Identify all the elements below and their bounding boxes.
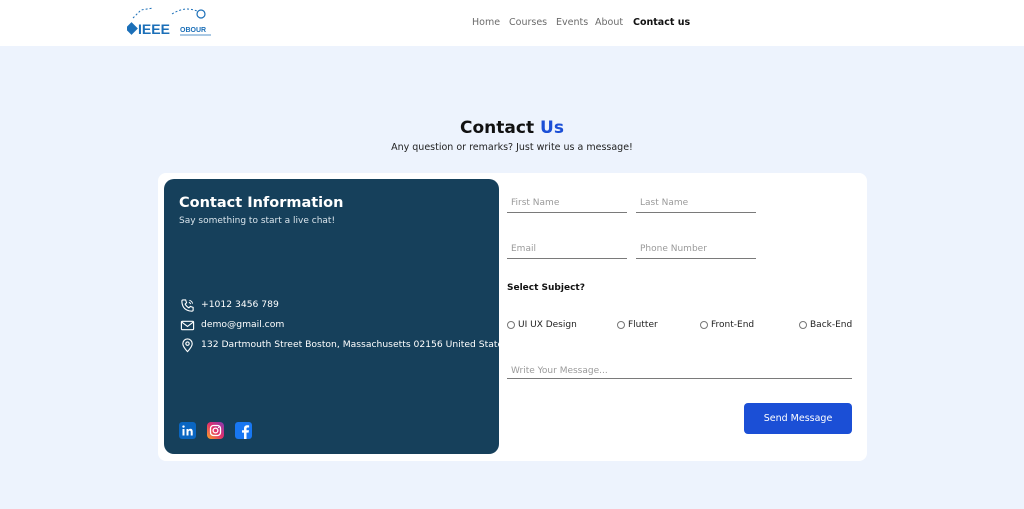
email-input[interactable] — [507, 244, 627, 254]
page-title-accent: Us — [540, 118, 564, 138]
contact-info-subtitle: Say something to start a live chat! — [179, 216, 336, 226]
nav-contact-us[interactable]: Contact us — [633, 17, 690, 28]
email-text[interactable]: demo@gmail.com — [201, 319, 284, 330]
contact-info-title: Contact Information — [179, 195, 344, 211]
message-input[interactable] — [507, 366, 852, 376]
send-message-button[interactable]: Send Message — [744, 403, 852, 434]
nav-events[interactable]: Events — [556, 17, 588, 28]
nav-courses[interactable]: Courses — [509, 17, 547, 28]
nav-home[interactable]: Home — [472, 17, 500, 28]
linkedin-icon[interactable] — [179, 422, 196, 439]
phone-text[interactable]: +1012 3456 789 — [201, 299, 279, 310]
radio-circle[interactable] — [799, 321, 807, 329]
first-name-field[interactable] — [507, 190, 627, 213]
phone-icon — [181, 299, 194, 312]
contact-info-panel: Contact Information Say something to sta… — [164, 179, 508, 454]
message-field[interactable] — [507, 358, 852, 379]
radio-circle[interactable] — [700, 321, 708, 329]
location-pin-icon — [182, 338, 193, 353]
page-title: Contact Us — [0, 118, 1024, 138]
page-subtitle: Any question or remarks? Just write us a… — [391, 142, 633, 153]
nav-about[interactable]: About — [595, 17, 623, 28]
facebook-icon[interactable] — [235, 422, 252, 439]
instagram-icon[interactable] — [207, 422, 224, 439]
radio-circle[interactable] — [617, 321, 625, 329]
email-field[interactable] — [507, 236, 627, 259]
phone-number-field[interactable] — [636, 236, 756, 259]
last-name-field[interactable] — [636, 190, 756, 213]
radio-circle[interactable] — [507, 321, 515, 329]
subject-label: Select Subject? — [507, 283, 585, 293]
subject-option-label: Front-End — [711, 320, 755, 330]
mail-icon — [180, 320, 195, 331]
subject-option-label: Back-End — [810, 320, 853, 330]
page-title-main: Contact — [460, 118, 535, 138]
nav-links: Home Courses Events About Contact us — [0, 17, 1024, 31]
phone-number-input[interactable] — [636, 244, 756, 254]
navbar: IEEE OBOUR Home Courses Events About Con… — [0, 0, 1024, 46]
subject-option-label: UI UX Design — [518, 320, 577, 330]
last-name-input[interactable] — [636, 198, 756, 208]
first-name-input[interactable] — [507, 198, 627, 208]
subject-option-label: Flutter — [628, 320, 658, 330]
address-text: 132 Dartmouth Street Boston, Massachuset… — [201, 339, 508, 350]
